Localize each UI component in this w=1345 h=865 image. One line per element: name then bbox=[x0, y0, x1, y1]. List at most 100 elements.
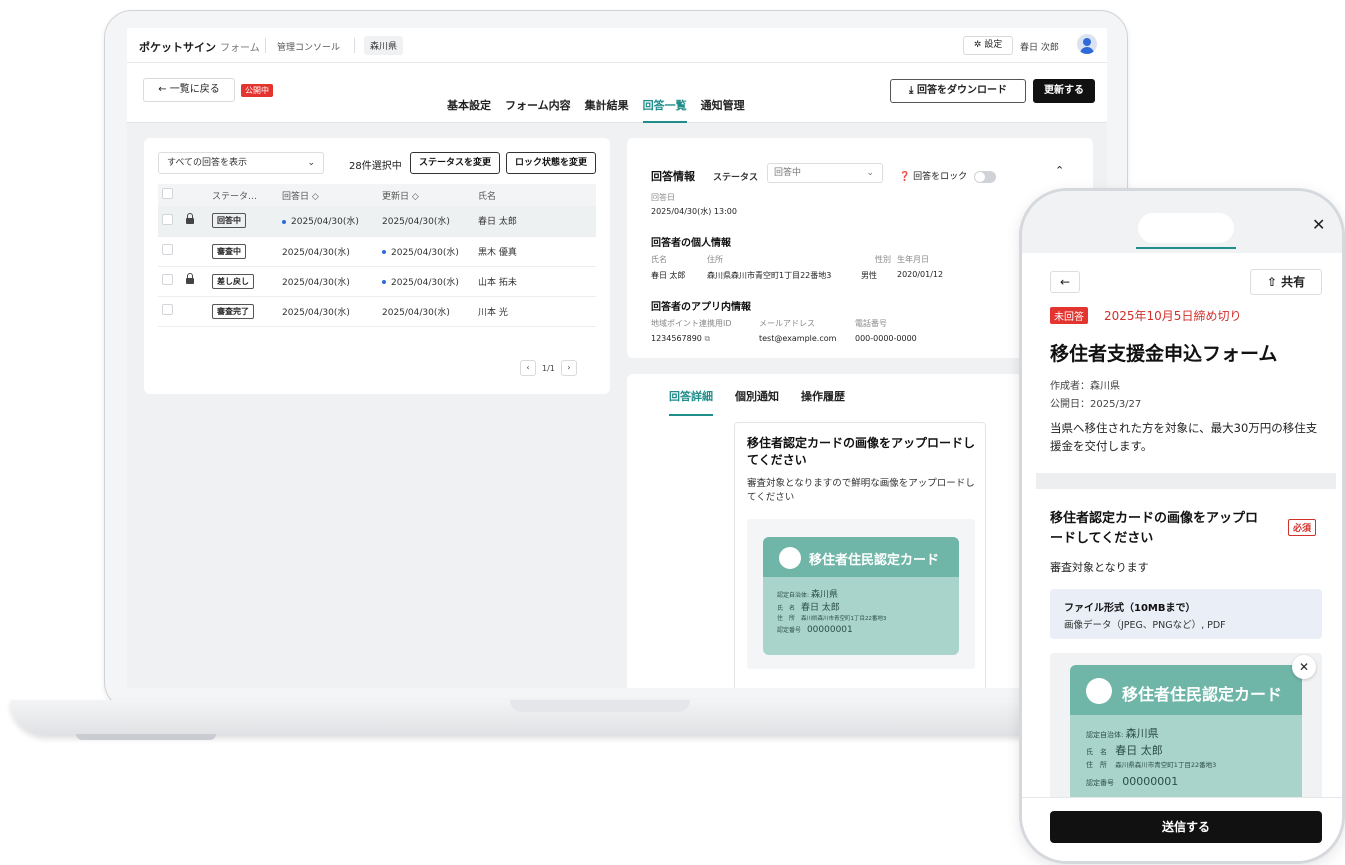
header-divider bbox=[265, 38, 266, 53]
form-title: 移住者支援金申込フォーム bbox=[1050, 343, 1278, 365]
lock-label: 回答をロック bbox=[913, 172, 968, 182]
card-name-label: 氏 名 bbox=[1086, 748, 1107, 756]
filter-value: すべての回答を表示 bbox=[167, 158, 248, 168]
laptop-screen: ポケットサイン フォーム 管理コンソール 森川県 ✲ 設定 春日 次郎 ← 一覧に… bbox=[127, 28, 1107, 688]
card-row-number: 認定番号 00000001 bbox=[777, 625, 853, 635]
uploaded-image-frame: 移住者住民認定カード 認定自治体: 森川県 氏 名 春日 太郎 住 所 森川県森… bbox=[747, 519, 975, 669]
address-value: 森川県森川市青空町1丁目22番地3 bbox=[707, 271, 832, 280]
question-description: 審査対象となります bbox=[1050, 561, 1149, 574]
response-info-title: 回答情報 bbox=[651, 170, 695, 183]
row-status: 差し戻し bbox=[212, 273, 254, 289]
brand[interactable]: ポケットサイン フォーム bbox=[139, 39, 260, 55]
question-title: 移住者認定カードの画像をアップロードしてください bbox=[747, 436, 976, 467]
tab-results[interactable]: 集計結果 bbox=[585, 97, 629, 123]
unread-dot bbox=[382, 280, 386, 284]
tab-basic-settings[interactable]: 基本設定 bbox=[447, 97, 491, 123]
row-answered: 2025/04/30(水) bbox=[291, 217, 359, 228]
card-address: 森川県森川市青空町1丁目22番地3 bbox=[800, 616, 887, 622]
row-name: 春日 太郎 bbox=[474, 206, 596, 237]
tab-history[interactable]: 操作履歴 bbox=[801, 388, 845, 416]
card-municipality-label: 認定自治体: bbox=[1086, 731, 1124, 739]
download-responses-button[interactable]: ⤓ 回答をダウンロード bbox=[890, 79, 1026, 103]
row-status: 回答中 bbox=[212, 213, 246, 229]
card-municipality: 森川県 bbox=[810, 590, 838, 600]
tab-form-content[interactable]: フォーム内容 bbox=[505, 97, 571, 123]
form-published-date: 公開日：2025/3/27 bbox=[1050, 399, 1142, 410]
required-badge: 必須 bbox=[1288, 519, 1317, 536]
remove-image-icon[interactable]: ✕ bbox=[1292, 655, 1316, 679]
row-checkbox[interactable] bbox=[162, 213, 173, 225]
gear-icon: ✲ bbox=[973, 40, 982, 50]
row-checkbox[interactable] bbox=[162, 304, 173, 315]
row-updated: 2025/04/30(水) bbox=[391, 247, 459, 258]
user-name: 春日 次郎 bbox=[1020, 43, 1059, 53]
settings-button[interactable]: ✲ 設定 bbox=[963, 36, 1013, 55]
address-label: 住所 bbox=[707, 255, 723, 264]
card-title: 移住者住民認定カード bbox=[809, 553, 940, 568]
form-tabs: 基本設定 フォーム内容 集計結果 回答一覧 通知管理 bbox=[447, 97, 745, 123]
column-updated-date[interactable]: 更新日 ◇ bbox=[378, 184, 474, 206]
arrow-left-icon: ← bbox=[1059, 275, 1071, 289]
select-all-checkbox[interactable] bbox=[162, 188, 173, 199]
submit-button[interactable]: 送信する bbox=[1050, 811, 1322, 843]
card-number: 00000001 bbox=[806, 625, 853, 635]
card-number-label: 認定番号 bbox=[1086, 779, 1114, 787]
back-to-list-button[interactable]: ← 一覧に戻る bbox=[143, 78, 235, 102]
birth-label: 生年月日 bbox=[897, 255, 929, 264]
app-header: ポケットサイン フォーム 管理コンソール 森川県 ✲ 設定 春日 次郎 bbox=[127, 28, 1107, 63]
tab-answer-detail[interactable]: 回答詳細 bbox=[669, 388, 713, 416]
pagination: ‹ 1/1 › bbox=[520, 360, 577, 376]
table-row[interactable]: 回答中 2025/04/30(水) 2025/04/30(水) 春日 太郎 bbox=[158, 206, 596, 237]
status-select-value: 回答中 bbox=[774, 168, 802, 178]
card-name: 春日 太郎 bbox=[800, 603, 840, 613]
resident-card-image[interactable]: 移住者住民認定カード 認定自治体: 森川県 氏 名 春日 太郎 住 所 森川県森… bbox=[763, 537, 959, 655]
responses-table: ステータ… 回答日 ◇ 更新日 ◇ 氏名 回答中 2025/04/30(水) 2… bbox=[158, 184, 596, 327]
help-icon: ❓ bbox=[899, 172, 911, 182]
resident-card-image[interactable]: 移住者住民認定カード 認定自治体: 森川県 氏 名 春日 太郎 住 所 森川県森… bbox=[1070, 665, 1302, 805]
row-updated: 2025/04/30(水) bbox=[391, 277, 459, 288]
card-address: 森川県森川市青空町1丁目22番地3 bbox=[1115, 761, 1217, 769]
row-checkbox[interactable] bbox=[162, 244, 173, 255]
update-button[interactable]: 更新する bbox=[1033, 79, 1095, 103]
form-author: 作成者：森川県 bbox=[1050, 381, 1120, 392]
status-select[interactable]: 回答中 ⌄ bbox=[767, 163, 883, 183]
copy-icon[interactable]: ⧉ bbox=[704, 334, 710, 343]
change-lock-button[interactable]: ロック状態を変更 bbox=[506, 152, 596, 174]
next-page-button[interactable]: › bbox=[560, 360, 577, 376]
close-icon[interactable]: ✕ bbox=[1312, 215, 1325, 234]
app-info-heading: 回答者のアプリ内情報 bbox=[651, 302, 751, 313]
file-format-info: ファイル形式（10MBまで） 画像データ（JPEG、PNGなど）, PDF bbox=[1050, 589, 1322, 639]
column-answered-date[interactable]: 回答日 ◇ bbox=[278, 184, 378, 206]
chevron-up-icon[interactable]: ⌃ bbox=[1055, 164, 1064, 177]
share-button[interactable]: ⇧ 共有 bbox=[1250, 269, 1322, 295]
tab-responses[interactable]: 回答一覧 bbox=[642, 97, 687, 123]
email-label: メールアドレス bbox=[759, 319, 815, 328]
change-status-button[interactable]: ステータスを変更 bbox=[410, 152, 500, 174]
table-row[interactable]: 審査中 2025/04/30(水) 2025/04/30(水) 黒木 優真 bbox=[158, 236, 596, 267]
unread-dot bbox=[282, 219, 286, 224]
avatar[interactable] bbox=[1077, 34, 1097, 54]
card-row-address: 住 所 森川県森川市青空町1丁目22番地3 bbox=[777, 613, 886, 622]
lock-icon bbox=[186, 212, 194, 224]
column-status[interactable]: ステータ… bbox=[208, 184, 278, 206]
page-indicator: 1/1 bbox=[542, 363, 555, 373]
back-button[interactable]: ← bbox=[1050, 271, 1080, 293]
table-row[interactable]: 差し戻し 2025/04/30(水) 2025/04/30(水) 山本 拓未 bbox=[158, 266, 596, 297]
section-divider bbox=[1036, 473, 1336, 489]
stage: ポケットサイン フォーム 管理コンソール 森川県 ✲ 設定 春日 次郎 ← 一覧に… bbox=[0, 0, 1345, 865]
filter-select[interactable]: すべての回答を表示 ⌄ bbox=[158, 152, 324, 174]
progress-indicator bbox=[1136, 247, 1236, 249]
tab-notifications[interactable]: 通知管理 bbox=[701, 97, 745, 123]
prev-page-button[interactable]: ‹ bbox=[520, 360, 536, 376]
lock-toggle[interactable] bbox=[973, 170, 996, 183]
prefecture-badge: 森川県 bbox=[364, 36, 404, 55]
unread-dot bbox=[382, 250, 386, 254]
row-checkbox[interactable] bbox=[162, 274, 173, 285]
tab-individual-notice[interactable]: 個別通知 bbox=[735, 388, 779, 416]
form-subheader: ← 一覧に戻る 公開中 基本設定 フォーム内容 集計結果 回答一覧 通知管理 ⤓… bbox=[127, 63, 1107, 123]
table-row[interactable]: 審査完了 2025/04/30(水) 2025/04/30(水) 川本 光 bbox=[158, 296, 596, 327]
tree-icon bbox=[779, 547, 801, 569]
row-name: 川本 光 bbox=[474, 296, 596, 327]
deadline-text: 2025年10月5日締め切り bbox=[1104, 309, 1242, 323]
question-title: 移住者認定カードの画像をアップロードしてください bbox=[1050, 511, 1259, 546]
